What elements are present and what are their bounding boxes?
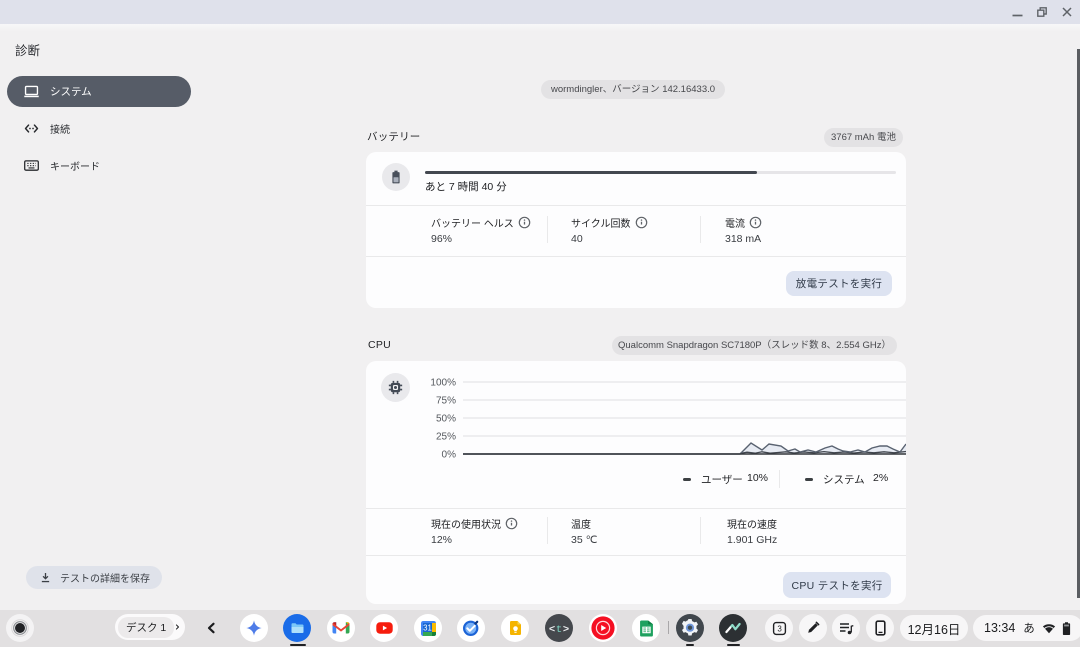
svg-text:t: t: [556, 624, 562, 635]
svg-text:<: <: [549, 624, 555, 635]
svg-text:0%: 0%: [442, 450, 457, 461]
svg-text:>: >: [563, 624, 569, 635]
svg-text:50%: 50%: [436, 414, 456, 425]
svg-text:75%: 75%: [436, 396, 456, 407]
svg-text:25%: 25%: [436, 432, 456, 443]
svg-text:31: 31: [423, 623, 432, 632]
svg-text:3: 3: [777, 624, 782, 633]
svg-text:100%: 100%: [430, 378, 456, 389]
